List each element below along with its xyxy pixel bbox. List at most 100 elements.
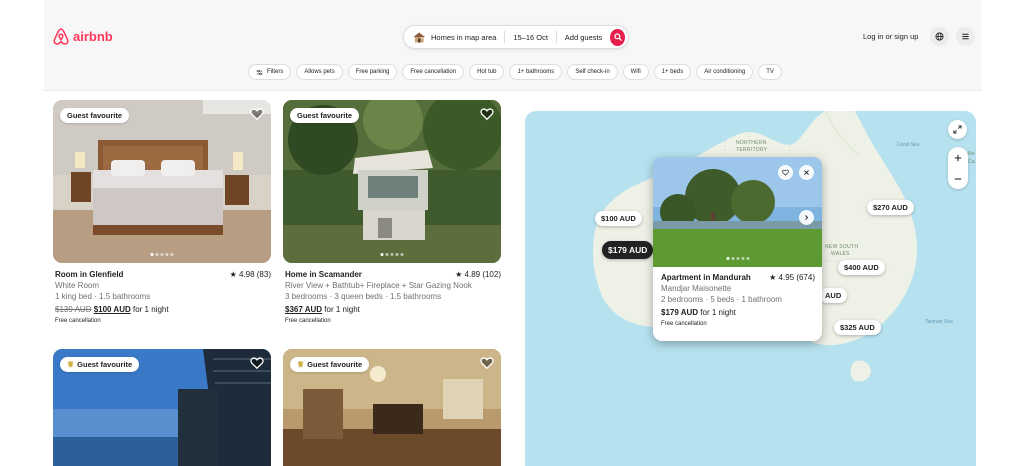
popup-save-button[interactable] <box>778 165 793 180</box>
sliders-icon <box>256 69 263 75</box>
expand-icon <box>953 125 962 134</box>
price-pin[interactable]: $325 AUD <box>834 320 881 335</box>
listing-title: Home in Scamander <box>285 270 362 279</box>
listing-rating: ★ 4.89 (102) <box>455 270 501 279</box>
price-pin-selected[interactable]: $179 AUD <box>602 241 654 259</box>
minus-icon <box>954 177 962 180</box>
price-pin[interactable]: $400 AUD <box>838 260 885 275</box>
listing-details: 1 king bed · 1.5 bathrooms <box>55 292 151 301</box>
popup-rating: ★ 4.95 (674) <box>769 273 815 282</box>
popup-subtitle: Mandjar Maisonette <box>661 284 732 293</box>
map-label-territory: TERRITORY <box>736 147 768 153</box>
photo-dots <box>380 253 404 256</box>
filters-button[interactable]: Filters <box>248 64 292 80</box>
free-cancellation-label: Free cancellation <box>285 318 331 324</box>
zoom-out-button[interactable] <box>948 168 968 189</box>
listing-price: $139 AUD $100 AUD for 1 night <box>55 304 271 315</box>
heart-icon[interactable] <box>480 107 494 121</box>
photo-dots <box>150 253 174 256</box>
login-link[interactable]: Log in or sign up <box>863 32 918 41</box>
heart-icon[interactable] <box>250 107 264 121</box>
listing-details: 3 bedrooms · 3 queen beds · 1.5 bathroom… <box>285 292 442 301</box>
listing-title: Room in Glenfield <box>55 270 124 279</box>
popup-price-suffix: for 1 night <box>700 308 736 317</box>
map-label-nsw: NEW SOUTH <box>825 244 859 250</box>
header: airbnb Homes in map area 15–16 Oct Add g… <box>44 0 982 91</box>
price-pin[interactable]: $270 AUD <box>867 200 914 215</box>
globe-icon <box>935 32 944 41</box>
filter-allows-pets[interactable]: Allows pets <box>296 64 343 80</box>
chevron-right-icon <box>805 215 809 220</box>
listing-photo[interactable]: ♕ Guest favourite <box>53 349 271 466</box>
heart-icon[interactable] <box>250 356 264 370</box>
zoom-in-button[interactable] <box>948 147 968 168</box>
filter-tv[interactable]: TV <box>758 64 782 80</box>
badge-label: Guest favourite <box>307 360 363 369</box>
main-menu-button[interactable] <box>956 27 975 46</box>
price-pin[interactable]: $100 AUD <box>595 211 642 226</box>
listing-photo[interactable]: Guest favourite <box>283 100 501 263</box>
listing-photo[interactable]: ♕ Guest favourite <box>283 349 501 466</box>
search-button[interactable] <box>610 28 625 46</box>
expand-map-button[interactable] <box>948 120 967 139</box>
filter-wifi[interactable]: Wifi <box>622 64 649 80</box>
language-button[interactable] <box>930 27 949 46</box>
map-listing-popup[interactable]: Apartment in Mandurah ★ 4.95 (674) Mandj… <box>653 157 822 341</box>
zoom-control <box>948 147 968 189</box>
filter-self-check-in[interactable]: Self check-in <box>567 64 618 80</box>
search-bar[interactable]: Homes in map area 15–16 Oct Add guests <box>403 25 629 49</box>
search-guests[interactable]: Add guests <box>557 26 611 48</box>
listing-info: Home in Scamander ★ 4.89 (102) River Vie… <box>285 269 501 327</box>
map-label-coral-sea: Coral Sea <box>897 142 920 148</box>
guest-favourite-badge: ♕ Guest favourite <box>290 357 370 372</box>
listing-new-price: $100 AUD <box>93 305 131 314</box>
popup-price: $179 AUD for 1 night <box>661 307 815 318</box>
hamburger-icon <box>962 33 969 40</box>
popup-photo <box>653 157 822 267</box>
search-dates-label: 15–16 Oct <box>513 32 548 42</box>
map-label-ne: Ne <box>968 151 975 157</box>
guest-favourite-badge: Guest favourite <box>60 108 130 123</box>
listing-subtitle: River View + Bathtub+ Fireplace + Star G… <box>285 281 472 290</box>
heart-icon <box>782 169 789 176</box>
listing-price: $367 AUD for 1 night <box>285 304 501 315</box>
popup-free-cancellation: Free cancellation <box>661 321 707 327</box>
filter-free-cancellation[interactable]: Free cancellation <box>402 64 465 80</box>
airbnb-logo-icon <box>53 28 69 45</box>
search-location[interactable]: Homes in map area <box>404 26 504 48</box>
house-icon <box>413 32 425 42</box>
filter-free-parking[interactable]: Free parking <box>347 64 398 80</box>
filter-bar: Filters Allows pets Free parking Free ca… <box>248 64 782 80</box>
map-label-tasman-sea: Tasman Sea <box>925 319 953 325</box>
free-cancellation-label: Free cancellation <box>55 318 101 324</box>
popup-close-button[interactable] <box>799 165 814 180</box>
listing-price-suffix: for 1 night <box>133 305 169 314</box>
filter-label: Filters <box>267 69 284 75</box>
search-dates[interactable]: 15–16 Oct <box>505 26 556 48</box>
listing-photo[interactable]: Guest favourite <box>53 100 271 263</box>
listing-new-price: $367 AUD <box>285 305 323 314</box>
bedroom-photo <box>53 100 271 263</box>
listing-price-suffix: for 1 night <box>324 305 360 314</box>
close-icon <box>804 170 809 175</box>
heart-icon[interactable] <box>480 356 494 370</box>
plus-icon <box>954 154 962 161</box>
filter-beds[interactable]: 1+ beds <box>653 64 692 80</box>
popup-title: Apartment in Mandurah <box>661 273 751 282</box>
brand-name: airbnb <box>73 29 113 44</box>
map-label-northern: NORTHERN <box>736 140 767 146</box>
filter-air-conditioning[interactable]: Air conditioning <box>696 64 754 80</box>
house-photo <box>283 100 501 263</box>
airbnb-logo[interactable]: airbnb <box>53 28 113 45</box>
listing-old-price: $139 AUD <box>55 305 92 314</box>
popup-details: 2 bedrooms · 5 beds · 1 bathroom <box>661 295 782 304</box>
listing-rating: ★ 4.98 (83) <box>229 270 271 279</box>
map-label-wales: WALES <box>831 251 850 257</box>
map-panel[interactable]: NORTHERN TERRITORY NEW SOUTH WALES Coral… <box>525 111 976 466</box>
popup-next-photo-button[interactable] <box>799 210 814 225</box>
price-pin[interactable]: AUD <box>819 288 848 303</box>
search-icon <box>613 33 622 41</box>
filter-bathrooms[interactable]: 1+ bathrooms <box>509 64 563 80</box>
popup-price-value: $179 AUD <box>661 308 699 317</box>
filter-hot-tub[interactable]: Hot tub <box>469 64 505 80</box>
